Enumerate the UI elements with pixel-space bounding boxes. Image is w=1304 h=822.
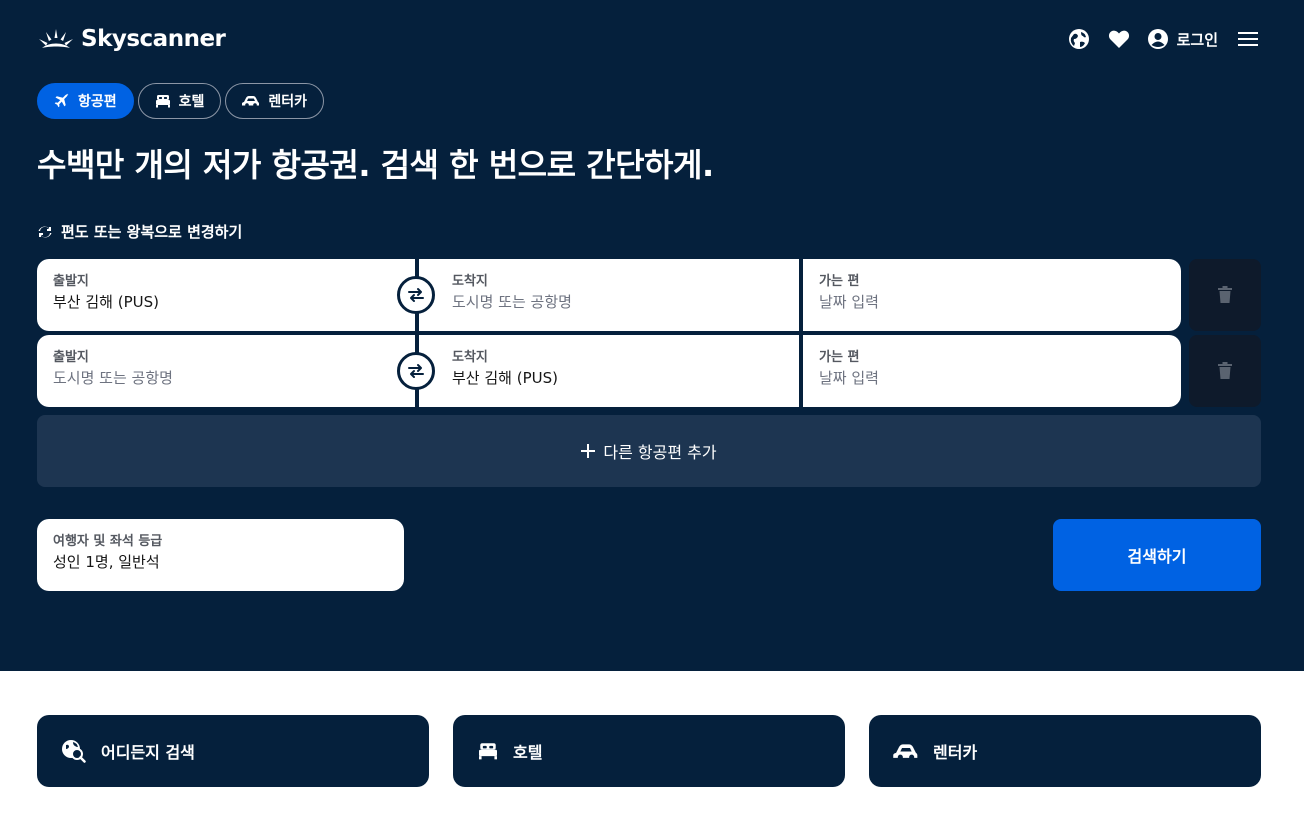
brand-name: Skyscanner (81, 26, 226, 52)
plane-icon (54, 93, 69, 108)
date-label: 가는 편 (819, 274, 860, 289)
leg-2-date-field[interactable]: 가는 편 날짜 입력 (803, 335, 1181, 407)
tab-hotels[interactable]: 호텔 (137, 83, 222, 119)
date-placeholder: 날짜 입력 (819, 369, 879, 387)
sunburst-logo-icon (39, 29, 73, 48)
plus-icon (581, 444, 596, 458)
destination-value: 부산 김해 (PUS) (452, 369, 558, 387)
header-actions: 로그인 (1067, 27, 1260, 51)
leg-1-destination-field[interactable]: 도착지 도시명 또는 공항명 (419, 259, 799, 331)
date-label: 가는 편 (819, 350, 860, 365)
search-button[interactable]: 검색하기 (1053, 519, 1261, 591)
car-hire-card-label: 렌터카 (933, 743, 978, 762)
leg-1-date-field[interactable]: 가는 편 날짜 입력 (803, 259, 1181, 331)
tab-flights[interactable]: 항공편 (37, 83, 134, 119)
destination-label: 도착지 (452, 350, 488, 365)
add-flight-button[interactable]: 다른 항공편 추가 (37, 415, 1261, 487)
page-headline: 수백만 개의 저가 항공권. 검색 한 번으로 간단하게. (37, 146, 714, 184)
quick-links: 어디든지 검색 호텔 렌터카 (37, 715, 1261, 787)
origin-label: 출발지 (53, 350, 89, 365)
bed-icon (479, 743, 497, 760)
skyscanner-logo[interactable]: Skyscanner (37, 26, 226, 52)
login-button[interactable]: 로그인 (1147, 28, 1218, 50)
origin-value: 부산 김해 (PUS) (53, 293, 159, 311)
swap-arrows-icon (408, 364, 424, 378)
car-icon (893, 743, 918, 760)
search-button-label: 검색하기 (1127, 547, 1187, 566)
add-flight-label: 다른 항공편 추가 (603, 443, 717, 462)
leg-2-origin-field[interactable]: 출발지 도시명 또는 공항명 (37, 335, 415, 407)
explore-everywhere-card[interactable]: 어디든지 검색 (37, 715, 429, 787)
trip-type-toggle[interactable]: 편도 또는 왕복으로 변경하기 (37, 221, 242, 242)
login-label: 로그인 (1176, 30, 1218, 49)
destination-label: 도착지 (452, 274, 488, 289)
tab-flights-label: 항공편 (78, 94, 117, 110)
bed-icon (155, 95, 170, 108)
tab-hotels-label: 호텔 (178, 94, 205, 110)
globe-icon[interactable] (1067, 27, 1091, 51)
trash-icon (1218, 286, 1232, 303)
travellers-label: 여행자 및 좌석 등급 (53, 534, 163, 549)
swap-arrows-icon (408, 288, 424, 302)
swap-locations-button[interactable] (397, 352, 435, 390)
hotels-card-label: 호텔 (513, 743, 543, 762)
heart-icon[interactable] (1107, 27, 1131, 51)
leg-2-fields: 출발지 도시명 또는 공항명 도착지 부산 김해 (PUS) 가는 편 날짜 입… (37, 335, 1181, 407)
flight-leg-1: 출발지 부산 김해 (PUS) 도착지 도시명 또는 공항명 가는 편 날짜 입… (37, 259, 1261, 331)
travellers-value: 성인 1명, 일반석 (53, 553, 160, 571)
travellers-cabin-field[interactable]: 여행자 및 좌석 등급 성인 1명, 일반석 (37, 519, 404, 591)
leg-1-fields: 출발지 부산 김해 (PUS) 도착지 도시명 또는 공항명 가는 편 날짜 입… (37, 259, 1181, 331)
trip-toggle-label: 편도 또는 왕복으로 변경하기 (61, 223, 243, 241)
tab-car-hire[interactable]: 렌터카 (225, 83, 325, 119)
origin-placeholder: 도시명 또는 공항명 (53, 369, 173, 387)
leg-2-delete-button[interactable] (1189, 335, 1261, 407)
leg-2-destination-field[interactable]: 도착지 부산 김해 (PUS) (419, 335, 799, 407)
hotels-card[interactable]: 호텔 (453, 715, 845, 787)
refresh-icon (38, 226, 52, 237)
tab-car-hire-label: 렌터카 (268, 94, 308, 110)
account-icon (1147, 29, 1168, 49)
explore-icon (62, 740, 86, 763)
date-placeholder: 날짜 입력 (819, 293, 879, 311)
leg-1-delete-button[interactable] (1189, 259, 1261, 331)
leg-1-origin-field[interactable]: 출발지 부산 김해 (PUS) (37, 259, 415, 331)
origin-label: 출발지 (53, 274, 89, 289)
trash-icon (1218, 362, 1232, 379)
car-icon (242, 96, 260, 107)
car-hire-card[interactable]: 렌터카 (869, 715, 1261, 787)
hero-section: Skyscanner 로그인 항공편 호텔 렌터카 수백만 개의 저가 항공권.… (0, 0, 1304, 671)
product-tabs: 항공편 호텔 렌터카 (37, 83, 325, 119)
explore-card-label: 어디든지 검색 (101, 743, 195, 762)
flight-leg-2: 출발지 도시명 또는 공항명 도착지 부산 김해 (PUS) 가는 편 날짜 입… (37, 335, 1261, 407)
hamburger-menu-icon[interactable] (1236, 27, 1260, 51)
swap-locations-button[interactable] (397, 276, 435, 314)
destination-placeholder: 도시명 또는 공항명 (452, 293, 572, 311)
